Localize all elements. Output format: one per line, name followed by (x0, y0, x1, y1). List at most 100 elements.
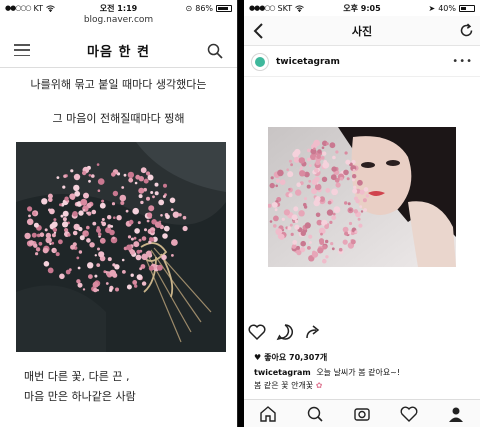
flower-dot (296, 182, 301, 187)
flower-dot (363, 187, 369, 192)
flower-dot (134, 284, 138, 288)
refresh-icon[interactable] (459, 23, 474, 38)
home-icon[interactable] (259, 405, 277, 423)
back-chevron-icon[interactable] (250, 21, 268, 41)
flower-dot (138, 238, 142, 242)
flower-dot (91, 209, 97, 215)
flower-dot (136, 274, 143, 280)
flower-dot (296, 245, 300, 250)
flower-dot (345, 159, 351, 165)
flower-dot (121, 186, 125, 189)
flower-dot (283, 209, 290, 216)
flower-dot (162, 195, 166, 198)
location-icon: ➤ (428, 3, 436, 13)
flower-dot (325, 142, 329, 146)
flower-dot (344, 231, 349, 236)
activity-heart-icon[interactable] (400, 405, 418, 423)
url-bar[interactable]: blog.naver.com (0, 15, 237, 29)
search-icon[interactable] (207, 43, 223, 59)
flower-dot (96, 163, 100, 166)
post-header: twicetagram ••• (244, 47, 480, 77)
flower-dot (321, 146, 325, 149)
flower-dot (147, 174, 154, 181)
flower-dot (111, 202, 116, 206)
flower-dot (96, 226, 100, 230)
flower-dot (287, 226, 292, 231)
flower-dot (78, 210, 84, 216)
blog-title[interactable]: 마음 한 켠 (87, 41, 150, 60)
flower-dot (274, 208, 278, 212)
flower-dot (306, 184, 311, 189)
flower-dot (154, 182, 159, 187)
flower-dot (324, 224, 329, 230)
flower-dot (165, 214, 170, 220)
flower-dot (101, 221, 107, 227)
flower-dot (132, 207, 139, 215)
flower-dot (133, 241, 140, 248)
camera-icon[interactable] (353, 405, 371, 423)
flower-dot (358, 223, 363, 228)
flower-dot (62, 210, 69, 217)
flower-dot (350, 239, 356, 245)
flower-dot (331, 215, 337, 220)
flower-dot (296, 250, 302, 256)
flower-dot (109, 269, 117, 277)
flower-dot (111, 172, 116, 177)
profile-icon[interactable] (447, 405, 465, 423)
flower-dot (44, 228, 48, 232)
flower-dot (116, 215, 122, 221)
search-icon[interactable] (306, 405, 324, 423)
flower-dot (359, 205, 363, 209)
blog-header: 마음 한 켠 (0, 34, 237, 68)
flower-dot (353, 185, 357, 189)
hamburger-menu-icon[interactable] (14, 44, 30, 56)
post-caption-line2: 봄 같은 꽃 안개꽃 ✿ (254, 380, 322, 391)
flower-dot (363, 208, 367, 212)
flower-dot (86, 238, 91, 243)
username[interactable]: twicetagram (276, 57, 452, 67)
flower-dot (92, 221, 97, 226)
flower-dot (300, 240, 306, 247)
flower-dot (144, 228, 147, 232)
flower-dot (303, 202, 307, 207)
flower-dot (308, 179, 312, 183)
post-photo[interactable] (268, 127, 456, 267)
instagram-screen: ●●●○○ SKT 오후 9:05 ➤ 40% 사진 twicetagram •… (244, 0, 480, 427)
status-bar: ●●○○○ KT 오전 1:19 ⊙ 86% (0, 0, 237, 16)
flower-dot (64, 196, 69, 201)
flower-dot (137, 221, 141, 225)
flower-dot (355, 198, 360, 204)
flower-dot (99, 237, 106, 244)
flower-dot (41, 198, 48, 205)
share-icon[interactable] (304, 323, 322, 341)
flower-dot (127, 235, 132, 239)
flower-dot (161, 254, 167, 261)
flower-dot (78, 250, 83, 254)
flower-dot (332, 155, 336, 160)
flower-dot (109, 288, 113, 292)
flower-dot (304, 197, 307, 201)
flower-dot (292, 240, 298, 245)
avatar[interactable] (251, 52, 269, 71)
flower-dot (347, 230, 352, 235)
heart-icon[interactable] (248, 323, 266, 341)
flower-dot (139, 267, 142, 271)
flower-dot (98, 251, 105, 258)
flower-dot (80, 198, 88, 206)
flower-dot (133, 236, 137, 240)
flower-dot (332, 212, 336, 216)
flower-dot (320, 156, 325, 160)
flower-dot (88, 274, 93, 279)
flower-dot (112, 236, 115, 240)
lock-rotation-icon: ⊙ (185, 3, 193, 13)
flower-dot (362, 198, 367, 203)
flower-dot (121, 258, 125, 262)
comment-icon[interactable] (276, 323, 294, 341)
likes-count[interactable]: ♥ 좋아요 70,307개 (254, 352, 327, 363)
signal-dots-icon: ●●●○○ (249, 4, 276, 12)
flower-dot (365, 194, 370, 198)
flower-dot (83, 192, 89, 199)
flower-dot (291, 214, 298, 221)
caption-username[interactable]: twicetagram (254, 368, 311, 377)
more-options-icon[interactable]: ••• (452, 56, 473, 67)
